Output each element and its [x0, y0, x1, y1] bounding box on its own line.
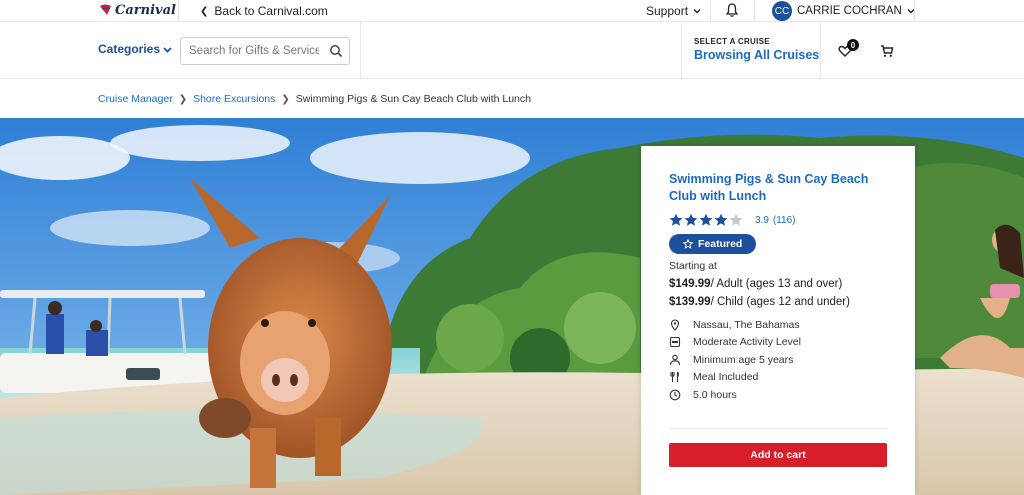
adult-price-row: $149.99/ Adult (ages 13 and over)	[669, 278, 887, 290]
detail-text: Moderate Activity Level	[693, 336, 801, 349]
chevron-down-icon	[163, 46, 172, 53]
utensils-icon	[670, 371, 680, 383]
star-empty-icon	[729, 213, 743, 226]
adult-price: $149.99	[669, 278, 711, 290]
bell-icon[interactable]	[724, 2, 740, 18]
chevron-right-icon: ❯	[178, 93, 188, 105]
browsing-all-cruises: Browsing All Cruises	[694, 48, 820, 62]
star-outline-icon	[683, 239, 693, 249]
breadcrumb-shore-excursions[interactable]: Shore Excursions	[193, 93, 275, 105]
divider	[669, 428, 887, 429]
divider	[914, 0, 915, 22]
excursion-title: Swimming Pigs & Sun Cay Beach Club with …	[669, 172, 869, 203]
detail-location: Nassau, The Bahamas	[669, 316, 887, 334]
select-cruise-label: SELECT A CRUISE	[694, 37, 770, 46]
breadcrumb-cruise-manager[interactable]: Cruise Manager	[98, 93, 173, 105]
star-icon	[714, 213, 728, 226]
detail-text: Nassau, The Bahamas	[693, 318, 800, 331]
select-cruise[interactable]: SELECT A CRUISE Browsing All Cruises	[694, 37, 819, 62]
star-icon	[669, 213, 683, 226]
star-rating	[669, 213, 743, 227]
back-to-carnival-link[interactable]: ❮ Back to Carnival.com	[200, 0, 328, 22]
person-icon	[669, 354, 681, 365]
clock-icon	[669, 389, 681, 401]
rating-row[interactable]: 3.9 (116)	[669, 212, 887, 228]
starting-at-label: Starting at	[669, 260, 717, 272]
avatar: CC	[772, 1, 792, 21]
excursion-info-card: Swimming Pigs & Sun Cay Beach Club with …	[641, 146, 915, 495]
divider	[360, 22, 361, 79]
child-price: $139.99	[669, 296, 711, 308]
featured-badge: Featured	[669, 234, 757, 254]
detail-minimum-age: Minimum age 5 years	[669, 351, 887, 369]
location-pin-icon	[670, 319, 680, 331]
funnel-logo-icon	[100, 4, 111, 15]
detail-duration: 5.0 hours	[669, 386, 887, 404]
search-icon[interactable]	[329, 44, 343, 58]
detail-meal: Meal Included	[669, 369, 887, 387]
chevron-right-icon: ❯	[281, 93, 290, 105]
utility-bar: Carnival ❮ Back to Carnival.com Support …	[0, 0, 1024, 22]
search-box	[180, 37, 350, 65]
star-icon	[699, 213, 713, 226]
logo-text: Carnival	[115, 2, 176, 18]
child-price-row: $139.99/ Child (ages 12 and under)	[669, 296, 887, 308]
child-price-desc: / Child (ages 12 and under)	[710, 296, 850, 308]
search-input[interactable]	[189, 45, 319, 57]
breadcrumb: Cruise Manager ❯ Shore Excursions ❯ Swim…	[98, 93, 531, 105]
categories-label: Categories	[98, 42, 161, 56]
back-link-label: Back to Carnival.com	[214, 4, 328, 18]
breadcrumb-current: Swimming Pigs & Sun Cay Beach Club with …	[295, 93, 531, 105]
divider	[754, 0, 755, 22]
support-menu[interactable]: Support	[646, 0, 701, 22]
activity-level-icon	[669, 337, 681, 348]
carnival-logo[interactable]: Carnival	[98, 1, 176, 19]
support-label: Support	[646, 4, 689, 18]
featured-label: Featured	[698, 238, 743, 250]
main-header: Categories SELECT A CRUISE Browsing All …	[0, 22, 1024, 79]
divider	[178, 0, 179, 22]
categories-menu[interactable]: Categories	[98, 42, 172, 56]
rating-count[interactable]: (116)	[773, 215, 796, 226]
user-menu[interactable]: CC CARRIE COCHRAN	[772, 0, 915, 22]
wishlist-count-badge: 0	[847, 39, 859, 51]
chevron-left-icon: ❮	[200, 5, 209, 17]
divider	[710, 0, 711, 22]
add-to-cart-button[interactable]: Add to cart	[669, 443, 887, 467]
chevron-down-icon	[693, 9, 701, 14]
divider	[681, 22, 682, 79]
cart-icon[interactable]	[880, 44, 894, 58]
detail-text: Meal Included	[693, 371, 759, 384]
detail-activity-level: Moderate Activity Level	[669, 334, 887, 352]
star-icon	[684, 213, 698, 226]
user-name: CARRIE COCHRAN	[797, 5, 902, 17]
divider	[820, 22, 821, 79]
adult-price-desc: / Adult (ages 13 and over)	[710, 278, 843, 290]
excursion-details-list: Nassau, The Bahamas Moderate Activity Le…	[669, 316, 887, 404]
rating-value: 3.9	[755, 214, 769, 226]
detail-text: Minimum age 5 years	[693, 353, 794, 366]
detail-text: 5.0 hours	[693, 388, 737, 401]
